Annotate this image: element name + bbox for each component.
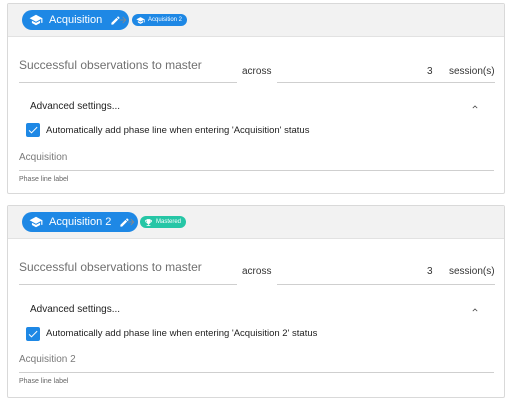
phase-line-helper: Phase line label: [19, 378, 69, 385]
trophy-icon: [144, 218, 153, 227]
phase-name: Acquisition 2: [49, 216, 112, 228]
across-label: across: [242, 266, 272, 277]
arrow-right-icon: [118, 15, 128, 25]
phase-chip[interactable]: Acquisition 2: [22, 212, 139, 232]
next-phase-label: Mastered: [156, 219, 182, 225]
phase-name: Acquisition: [49, 14, 103, 26]
auto-add-label: Automatically add phase line when enteri…: [46, 328, 318, 339]
next-phase-label: Acquisition 2: [148, 17, 183, 23]
advanced-settings-toggle[interactable]: Advanced settings...: [30, 304, 120, 315]
session-count-input[interactable]: 3: [427, 66, 433, 77]
phase-card: Acquisition Acquisition 2 Successful obs…: [7, 3, 505, 194]
phase-line-underline: [19, 372, 494, 373]
auto-add-checkbox[interactable]: [26, 327, 40, 341]
auto-add-checkbox[interactable]: [26, 123, 40, 137]
phase-chip[interactable]: Acquisition: [22, 10, 130, 30]
sessions-label: session(s): [449, 266, 495, 277]
session-count-underline: [277, 284, 495, 285]
session-count-underline: [277, 82, 495, 83]
phase-card-header: Acquisition Acquisition 2: [8, 4, 504, 37]
phase-line-input[interactable]: Acquisition: [19, 152, 67, 163]
across-label: across: [242, 66, 272, 77]
observations-underline: [19, 82, 237, 83]
check-icon: [28, 126, 38, 134]
chevron-up-icon[interactable]: [470, 305, 480, 315]
next-phase-chip[interactable]: Acquisition 2: [132, 14, 188, 26]
advanced-settings-toggle[interactable]: Advanced settings...: [30, 101, 120, 112]
observations-field[interactable]: Successful observations to master: [19, 260, 202, 274]
graduation-cap-icon: [29, 215, 43, 229]
auto-add-label: Automatically add phase line when enteri…: [46, 125, 310, 136]
phase-line-underline: [19, 170, 494, 171]
phase-card-header: Acquisition 2 Mastered: [8, 206, 504, 239]
phase-line-input[interactable]: Acquisition 2: [19, 354, 76, 365]
next-phase-chip[interactable]: Mastered: [140, 216, 187, 228]
arrow-right-icon: [126, 217, 136, 227]
phase-line-helper: Phase line label: [19, 176, 69, 183]
chevron-up-icon[interactable]: [470, 102, 480, 112]
observations-field[interactable]: Successful observations to master: [19, 58, 202, 72]
session-count-input[interactable]: 3: [427, 266, 433, 277]
sessions-label: session(s): [449, 66, 495, 77]
phase-card: Acquisition 2 Mastered Successful observ…: [7, 205, 505, 398]
check-icon: [28, 330, 38, 338]
graduation-cap-icon: [136, 16, 145, 25]
observations-underline: [19, 284, 237, 285]
graduation-cap-icon: [29, 13, 43, 27]
